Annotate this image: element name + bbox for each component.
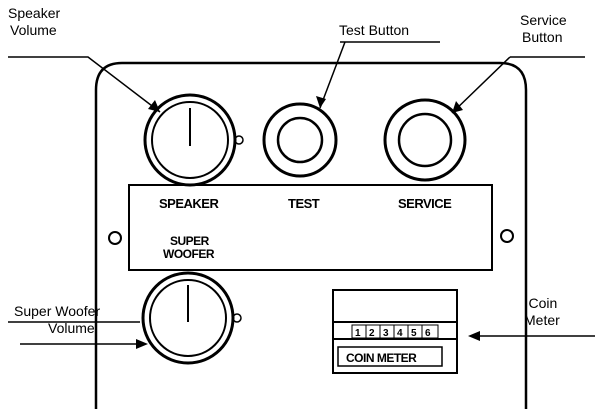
coin-meter-callout-line1: Coin <box>528 295 558 311</box>
counter-digit: 2 <box>369 328 375 339</box>
test-button-callout-text: Test Button <box>339 22 410 38</box>
service-button-callout-line1: Service <box>520 12 567 28</box>
counter-digit: 3 <box>383 328 389 339</box>
speaker-volume-callout: Speaker Volume <box>8 5 60 39</box>
panel-drawing: 1 2 3 4 5 6 SPEAKER TEST SERVICE SUPER W… <box>8 41 595 409</box>
mounting-hole-left <box>108 231 122 245</box>
coin-meter-callout-line2: Meter <box>524 312 560 328</box>
counter-digit: 4 <box>397 328 403 339</box>
speaker-volume-callout-line1: Speaker <box>8 5 61 21</box>
counter-digit: 5 <box>411 328 417 339</box>
super-woofer-label-line1: SUPER <box>170 234 210 248</box>
speaker-label: SPEAKER <box>159 196 219 211</box>
test-button[interactable] <box>262 102 338 178</box>
counter-digit: 6 <box>425 328 431 339</box>
super-woofer-label-line2: WOOFER <box>163 247 215 261</box>
control-panel-diagram: 1 2 3 4 5 6 SPEAKER TEST SERVICE SUPER W… <box>0 0 598 409</box>
speaker-volume-knob[interactable] <box>143 93 244 187</box>
coin-meter-label: COIN METER <box>346 351 417 365</box>
service-label: SERVICE <box>398 196 452 211</box>
mounting-hole-right <box>500 229 514 243</box>
test-label: TEST <box>288 196 320 211</box>
super-woofer-volume-knob[interactable] <box>141 271 242 365</box>
service-button-callout-line2: Button <box>522 29 563 45</box>
super-woofer-volume-callout-line2: Volume <box>48 320 95 336</box>
super-woofer-volume-callout: Super Woofer Volume <box>14 303 100 337</box>
service-button-callout: Service Button <box>520 12 567 46</box>
test-button-callout: Test Button <box>339 22 409 39</box>
coin-meter-callout: Coin Meter <box>524 295 560 329</box>
super-woofer-volume-callout-line1: Super Woofer <box>14 303 101 319</box>
counter-digit: 1 <box>355 328 361 339</box>
speaker-volume-callout-line2: Volume <box>10 22 57 38</box>
